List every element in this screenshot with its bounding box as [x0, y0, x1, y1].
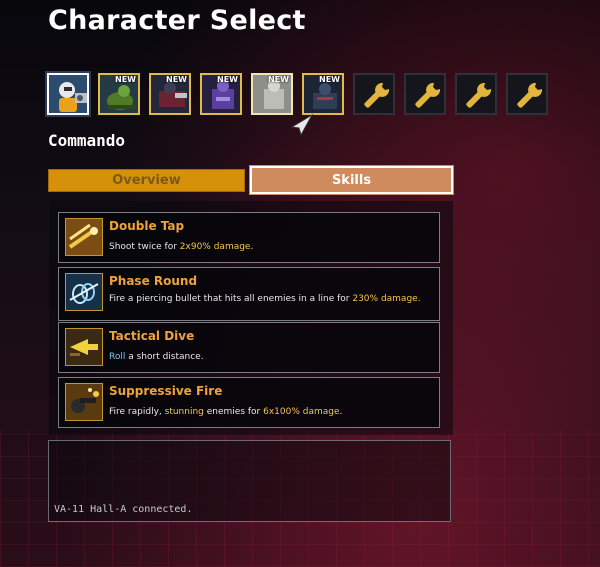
double-tap-icon	[65, 218, 103, 256]
portrait-slot-locked[interactable]	[353, 73, 395, 115]
wrench-icon	[415, 82, 441, 108]
skill-name: Double Tap	[109, 219, 185, 233]
portrait-slot-3[interactable]: NEW	[149, 73, 191, 115]
skill-description: Roll a short distance.	[109, 352, 204, 362]
portrait-slot-locked[interactable]	[506, 73, 548, 115]
selected-character-name: Commando	[48, 131, 126, 150]
skill-phase-round[interactable]: Phase Round Fire a piercing bullet that …	[58, 267, 440, 321]
chat-message: VA-11 Hall-A connected.	[54, 504, 193, 515]
portrait-commando[interactable]	[45, 71, 91, 117]
new-badge: NEW	[319, 75, 340, 84]
skill-name: Tactical Dive	[109, 329, 195, 343]
skill-description: Shoot twice for 2x90% damage.	[109, 242, 254, 252]
tab-skills[interactable]: Skills	[249, 165, 454, 195]
new-badge: NEW	[268, 75, 289, 84]
skill-name: Phase Round	[109, 274, 198, 288]
skill-description: Fire a piercing bullet that hits all ene…	[109, 294, 421, 304]
suppressive-fire-icon	[65, 383, 103, 421]
mouse-cursor-icon	[290, 113, 314, 137]
skill-suppressive-fire[interactable]: Suppressive Fire Fire rapidly, stunning …	[58, 377, 440, 428]
skill-description: Fire rapidly, stunning enemies for 6x100…	[109, 407, 343, 417]
phase-round-icon	[65, 273, 103, 311]
portrait-slot-4[interactable]: NEW	[200, 73, 242, 115]
skill-double-tap[interactable]: Double Tap Shoot twice for 2x90% damage.	[58, 212, 440, 263]
commando-portrait-icon	[49, 75, 87, 113]
portrait-slot-5[interactable]: NEW	[251, 73, 293, 115]
tab-overview[interactable]: Overview	[48, 169, 245, 192]
tactical-dive-icon	[65, 328, 103, 366]
wrench-icon	[466, 82, 492, 108]
page-title: Character Select	[48, 5, 306, 36]
wrench-icon	[364, 82, 390, 108]
new-badge: NEW	[115, 75, 136, 84]
portrait-slot-locked[interactable]	[455, 73, 497, 115]
skills-panel: Double Tap Shoot twice for 2x90% damage.…	[49, 201, 453, 435]
new-badge: NEW	[217, 75, 238, 84]
chat-box[interactable]: VA-11 Hall-A connected.	[48, 440, 451, 522]
wrench-icon	[517, 82, 543, 108]
portrait-slot-2[interactable]: NEW	[98, 73, 140, 115]
skill-name: Suppressive Fire	[109, 384, 223, 398]
new-badge: NEW	[166, 75, 187, 84]
portrait-slot-6[interactable]: NEW	[302, 73, 344, 115]
skill-tactical-dive[interactable]: Tactical Dive Roll a short distance.	[58, 322, 440, 373]
portrait-slot-locked[interactable]	[404, 73, 446, 115]
